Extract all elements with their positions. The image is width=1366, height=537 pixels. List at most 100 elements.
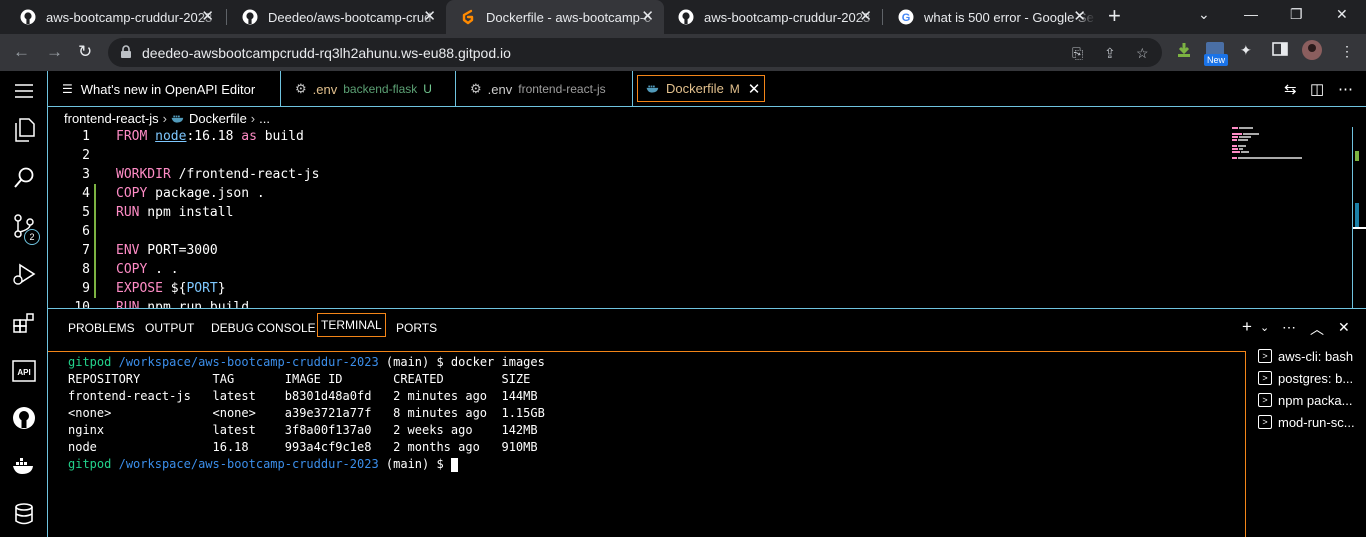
forward-icon[interactable]: → [46, 43, 63, 61]
line-number: 5 [82, 205, 90, 220]
close-tab-icon[interactable]: ✕ [748, 80, 761, 98]
share-icon[interactable]: ⇪ [1104, 45, 1116, 62]
extensions-icon[interactable] [12, 311, 36, 335]
tab-env-backend[interactable]: ⚙ .env backend-flask U [281, 71, 456, 107]
minimize-button[interactable]: — [1244, 6, 1258, 22]
code-line[interactable]: 2 [48, 146, 1228, 165]
code-line[interactable]: 9 EXPOSE ${PORT} [48, 279, 1228, 298]
install-app-icon[interactable]: ⎘ [1072, 45, 1083, 62]
more-actions-icon[interactable]: ⋯ [1338, 80, 1353, 98]
close-tab-icon[interactable]: ✕ [1073, 9, 1086, 25]
terminal-list-item[interactable]: > postgres: b... [1258, 367, 1366, 389]
tab-output[interactable]: OUTPUT [145, 321, 194, 335]
open-changes-icon[interactable]: ⇆ [1284, 80, 1297, 98]
close-window-button[interactable]: ✕ [1336, 6, 1348, 23]
editor-tab-bar: ☰ What's new in OpenAPI Editor ⚙ .env ba… [48, 71, 1366, 107]
code-line[interactable]: 8 COPY . . [48, 260, 1228, 279]
line-number: 9 [82, 281, 90, 296]
code-line[interactable]: 3 WORKDIR /frontend-react-js [48, 165, 1228, 184]
code-line[interactable]: 5 RUN npm install [48, 203, 1228, 222]
bookmark-star-icon[interactable]: ☆ [1136, 45, 1149, 62]
github-icon [242, 9, 258, 25]
code-line[interactable]: 6 [48, 222, 1228, 241]
code-line[interactable]: 7 ENV PORT=3000 [48, 241, 1228, 260]
address-bar[interactable]: deedeo-awsbootcampcrudd-rq3lh2ahunu.ws-e… [108, 38, 1162, 67]
tab-ports[interactable]: PORTS [396, 321, 437, 335]
browser-tab-3-active[interactable]: Dockerfile - aws-bootcamp-c ✕ [446, 0, 664, 34]
browser-tab-1[interactable]: aws-bootcamp-cruddur-2023 ✕ [6, 0, 224, 34]
run-debug-icon[interactable] [12, 262, 36, 286]
terminal-table-row: frontend-react-js latest b8301d48a0fd 2 … [68, 389, 538, 403]
terminal[interactable]: gitpod /workspace/aws-bootcamp-cruddur-2… [48, 351, 1246, 537]
chevron-down-icon[interactable]: ⌄ [1260, 321, 1269, 334]
explorer-icon[interactable] [12, 118, 36, 142]
breadcrumb-file[interactable]: Dockerfile [189, 111, 247, 126]
close-tab-icon[interactable]: ✕ [201, 9, 214, 25]
code-line[interactable]: 10 RUN npm run build [48, 298, 1228, 308]
chevron-right-icon: › [162, 110, 167, 126]
minimap[interactable] [1232, 127, 1312, 167]
browser-tab-5[interactable]: G what is 500 error - Google Se ✕ [884, 0, 1096, 34]
tab-dockerfile[interactable]: Dockerfile M ✕ [637, 75, 765, 102]
reload-icon[interactable]: ↻ [78, 43, 92, 61]
back-icon[interactable]: ← [13, 43, 30, 61]
avatar[interactable] [1302, 40, 1322, 65]
tab-search-icon[interactable]: ⌄ [1198, 6, 1210, 23]
docker-file-icon [171, 113, 185, 124]
new-terminal-icon[interactable]: + [1242, 317, 1252, 337]
database-icon[interactable] [12, 502, 36, 526]
code-text: ENV PORT=3000 [116, 243, 218, 258]
editor-scrollbar[interactable] [1352, 127, 1366, 308]
google-icon: G [898, 9, 914, 25]
code-editor[interactable]: 1 FROM node:16.18 as build 2 3 WORKDIR /fron… [48, 127, 1366, 308]
code-text: RUN npm install [116, 205, 234, 220]
terminal-list: > aws-cli: bash > postgres: b... > npm packa.… [1258, 345, 1366, 433]
terminal-icon: > [1258, 393, 1272, 407]
terminal-list-item[interactable]: > aws-cli: bash [1258, 345, 1366, 367]
tab-debug-console[interactable]: DEBUG CONSOLE [211, 321, 316, 335]
git-change-marker [94, 260, 96, 279]
maximize-panel-icon[interactable]: ︿ [1310, 319, 1324, 339]
close-tab-icon[interactable]: ✕ [859, 9, 872, 25]
close-tab-icon[interactable]: ✕ [641, 9, 654, 25]
download-extension-icon[interactable] [1176, 42, 1192, 63]
tab-env-frontend[interactable]: ⚙ .env frontend-react-js [456, 71, 633, 107]
code-text: RUN npm run build [116, 300, 250, 308]
more-actions-icon[interactable]: ⋯ [1282, 319, 1296, 336]
docker-icon[interactable] [12, 455, 36, 479]
tab-problems[interactable]: PROBLEMS [68, 321, 135, 335]
tab-terminal[interactable]: TERMINAL [317, 313, 386, 337]
search-icon[interactable] [12, 166, 36, 190]
tab-openapi-whats-new[interactable]: ☰ What's new in OpenAPI Editor [48, 71, 281, 107]
lock-icon [120, 45, 132, 64]
terminal-cursor [450, 457, 458, 472]
restore-button[interactable]: ❐ [1290, 6, 1303, 23]
git-change-marker [94, 203, 96, 222]
extensions-puzzle-icon[interactable]: ✦ [1240, 42, 1252, 59]
close-tab-icon[interactable]: ✕ [423, 9, 436, 25]
hamburger-menu-icon[interactable] [12, 79, 36, 103]
terminal-icon: > [1258, 349, 1272, 363]
new-badge: New [1204, 54, 1229, 66]
breadcrumb-more[interactable]: ... [259, 111, 270, 126]
browser-tab-4[interactable]: aws-bootcamp-cruddur-2023 ✕ [664, 0, 882, 34]
git-change-marker [94, 279, 96, 298]
new-tab-button[interactable]: + [1108, 5, 1121, 27]
menu-kebab-icon[interactable]: ⋮ [1340, 43, 1354, 60]
terminal-table-row: nginx latest 3f8a00f137a0 2 weeks ago 14… [68, 423, 538, 437]
line-number: 1 [82, 129, 90, 144]
side-panel-icon[interactable] [1272, 42, 1288, 61]
terminal-list-item[interactable]: > mod-run-sc... [1258, 411, 1366, 433]
git-change-marker [94, 222, 96, 241]
browser-tab-2[interactable]: Deedeo/aws-bootcamp-crud ✕ [228, 0, 446, 34]
openapi-icon[interactable]: API [12, 359, 36, 383]
close-panel-icon[interactable]: ✕ [1338, 319, 1350, 336]
code-line[interactable]: 4 COPY package.json . [48, 184, 1228, 203]
git-change-marker [94, 184, 96, 203]
split-editor-icon[interactable]: ◫ [1310, 80, 1324, 98]
terminal-list-item[interactable]: > npm packa... [1258, 389, 1366, 411]
breadcrumb-folder[interactable]: frontend-react-js [64, 111, 159, 126]
github-icon[interactable] [12, 406, 36, 430]
code-line[interactable]: 1 FROM node:16.18 as build [48, 127, 1228, 146]
browser-toolbar: ← → ↻ deedeo-awsbootcampcrudd-rq3lh2ahun… [0, 34, 1366, 71]
